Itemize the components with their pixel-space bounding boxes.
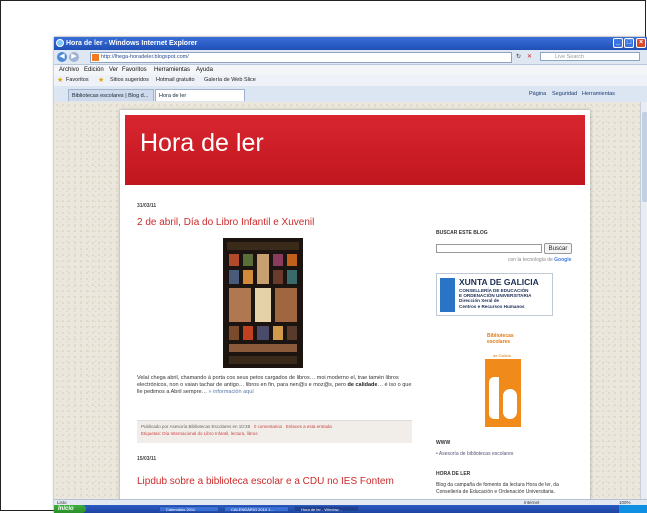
post1-footer: Publicado por Asesoría Bibliotecas Escol… (137, 420, 412, 443)
page-viewport[interactable]: Hora de ler 31/03/11 2 de abril, Día do … (54, 102, 647, 499)
task-calendario-2010[interactable]: CALENDÁRIO 2010 1... (224, 506, 289, 512)
post2-date: 15/03/11 (137, 456, 157, 462)
blog-page: Hora de ler 31/03/11 2 de abril, Día do … (120, 110, 590, 499)
post1-footer-line: Publicado por Asesoría Bibliotecas Escol… (141, 423, 408, 430)
search-button[interactable]: Buscar (544, 243, 572, 254)
back-button[interactable]: ◀ (57, 52, 67, 62)
menu-bar: Archivo Edición Ver Favoritos Herramient… (54, 65, 647, 75)
fav-hotmail[interactable]: Hotmail gratuito (156, 75, 195, 86)
scrollbar-thumb[interactable] (642, 112, 647, 202)
xunta-logo[interactable]: XUNTA DE GALICIA CONSELLERÍA DE EDUCACIÓ… (436, 273, 553, 316)
live-search-input[interactable]: Live Search (540, 52, 640, 61)
window-title: Hora de ler - Windows Internet Explorer (66, 40, 198, 47)
menu-ayuda[interactable]: Ayuda (196, 65, 213, 75)
fav-web-slice[interactable]: Galería de Web Slice (204, 75, 256, 86)
blog-search-input[interactable] (436, 244, 542, 253)
maximize-button[interactable]: □ (624, 38, 634, 48)
xunta-name: XUNTA DE GALICIA (459, 277, 539, 287)
tab-hora-label: Hora de ler (159, 93, 187, 99)
bib-title: Bibliotecas escolares (487, 333, 514, 345)
title-bar: Hora de ler - Windows Internet Explorer … (54, 37, 647, 50)
stop-icon[interactable]: ✕ (525, 53, 534, 61)
post1-more-link[interactable]: » información aquí (209, 389, 254, 395)
bibliotecas-logo[interactable]: Bibliotecas escolares de Galicia (483, 331, 523, 427)
about-heading: HORA DE LER (436, 471, 471, 477)
menu-herramientas[interactable]: Herramientas (154, 65, 190, 75)
browser-window: Hora de ler - Windows Internet Explorer … (54, 37, 647, 513)
blog-title[interactable]: Hora de ler (140, 129, 264, 158)
address-input[interactable]: http://lhega-horadeler.blogspot.com/ (90, 52, 512, 63)
fav-sitios-sugeridos[interactable]: Sitios sugeridos (110, 75, 149, 86)
post1-poster-image[interactable] (223, 238, 303, 368)
live-search-placeholder: Live Search (555, 54, 585, 60)
post1-comments-link[interactable]: 0 comentarios (254, 424, 282, 429)
screenshot-frame: Hora de ler - Windows Internet Explorer … (0, 0, 647, 513)
task-calendario-2011[interactable]: Calendário 2011 (159, 506, 219, 512)
page-menu[interactable]: Página (529, 89, 546, 100)
tab-row: Bibliotecas escolares | Blog d... Hora d… (54, 86, 647, 103)
close-button[interactable]: × (636, 38, 646, 48)
about-text: Blog da campaña de fomento da lectura Ho… (436, 482, 559, 495)
refresh-icon[interactable]: ↻ (514, 53, 523, 61)
ie-logo-icon (56, 39, 64, 47)
post1-body: Velaí chega abril, chamando á porta cos … (137, 375, 413, 396)
vertical-scrollbar[interactable] (640, 102, 647, 499)
xunta-emblem-icon (440, 278, 455, 312)
bib-logo-mark (485, 359, 521, 427)
post1-links-link[interactable]: Enlaces a esta entrada (286, 424, 332, 429)
bib-subtitle: de Galicia (493, 353, 511, 358)
www-heading: WWW (436, 440, 451, 446)
post1-posted-by: Publicado por Asesoría Bibliotecas Escol… (141, 424, 251, 429)
post1-body-bold: de calidade (347, 382, 378, 388)
minimize-button[interactable]: _ (613, 38, 623, 48)
google-logo: Google (554, 257, 572, 263)
menu-favoritos[interactable]: Favoritos (122, 65, 147, 75)
add-favorite-icon[interactable]: ★ (98, 75, 104, 86)
favorites-button[interactable]: Favoritos (66, 75, 89, 86)
google-powered-text: con la tecnología de (508, 257, 555, 263)
menu-ver[interactable]: Ver (109, 65, 118, 75)
menu-archivo[interactable]: Archivo (59, 65, 79, 75)
post1-date: 31/03/11 (137, 203, 157, 209)
address-row: ◀ ▶ http://lhega-horadeler.blogspot.com/… (54, 50, 647, 65)
tab-hora-de-ler[interactable]: Hora de ler (155, 89, 245, 101)
blogger-favicon-icon (92, 54, 99, 61)
tab-bibliotecas-label: Bibliotecas escolares | Blog d... (72, 93, 149, 99)
favorites-star-icon: ★ (57, 77, 64, 84)
security-menu[interactable]: Seguridad (552, 89, 577, 100)
xunta-lines: CONSELLERÍA DE EDUCACIÓN E ORDENACIÓN UN… (459, 288, 531, 309)
forward-button[interactable]: ▶ (69, 52, 79, 62)
menu-edicion[interactable]: Edición (84, 65, 104, 75)
www-link[interactable]: • Asesoría de bibliotecas escolares (436, 451, 513, 457)
task-hora-de-ler[interactable]: Hora de ler - Window... (294, 506, 359, 512)
post1-title[interactable]: 2 de abril, Día do Libro Infantil e Xuve… (137, 217, 314, 228)
post2-title[interactable]: Lipdub sobre a biblioteca escolar e a CD… (137, 476, 394, 487)
search-heading: BUSCAR ESTE BLOG (436, 230, 488, 236)
post1-labels[interactable]: Etiquetas: Día Internacional do Libro In… (141, 430, 408, 437)
blog-header: Hora de ler (125, 115, 585, 185)
www-link-text: Asesoría de bibliotecas escolares (438, 451, 514, 457)
google-powered: con la tecnología de Google (508, 257, 571, 263)
address-url: http://lhega-horadeler.blogspot.com/ (101, 54, 189, 60)
xunta-line-4: Centros e Recursos Humanos (459, 303, 525, 309)
tab-bibliotecas-escolares[interactable]: Bibliotecas escolares | Blog d... (68, 89, 154, 101)
tools-menu[interactable]: Herramientas (582, 89, 615, 100)
